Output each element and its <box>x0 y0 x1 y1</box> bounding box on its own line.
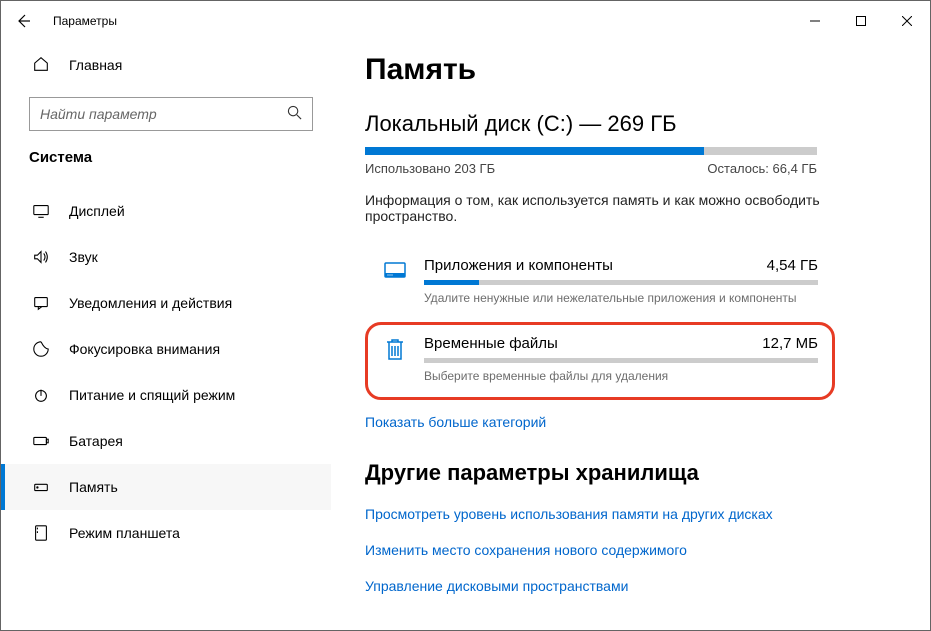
link-other-drives[interactable]: Просмотреть уровень использования памяти… <box>365 506 773 522</box>
display-icon <box>31 202 51 220</box>
maximize-button[interactable] <box>838 5 884 37</box>
category-size: 12,7 МБ <box>762 335 818 352</box>
minimize-button[interactable] <box>792 5 838 37</box>
sidebar-item-label: Звук <box>51 249 98 265</box>
disk-labels: Использовано 203 ГБ Осталось: 66,4 ГБ <box>365 161 817 176</box>
battery-icon <box>31 432 51 450</box>
title-bar: Параметры <box>1 1 930 41</box>
other-storage-title: Другие параметры хранилища <box>365 460 890 486</box>
tablet-icon <box>31 524 51 542</box>
settings-window: Параметры Главная <box>0 0 931 631</box>
disk-title: Локальный диск (C:) — 269 ГБ <box>365 111 890 137</box>
category-hint: Выберите временные файлы для удаления <box>424 369 818 383</box>
page-title: Память <box>365 53 890 87</box>
sidebar-item-battery[interactable]: Батарея <box>1 418 331 464</box>
window-controls <box>792 5 930 37</box>
category-name: Временные файлы <box>424 335 558 352</box>
sidebar-item-label: Уведомления и действия <box>51 295 232 311</box>
category-bar <box>424 358 818 363</box>
search-box[interactable] <box>29 97 313 131</box>
disk-usage-fill <box>365 147 704 155</box>
sidebar: Главная Система Дисплей <box>1 41 331 630</box>
disk-usage-bar <box>365 147 817 155</box>
storage-icon <box>31 478 51 496</box>
nav-list: Дисплей Звук Уведомления и действия <box>1 178 331 556</box>
trash-icon <box>382 335 408 375</box>
storage-description: Информация о том, как используется памят… <box>365 192 825 224</box>
sidebar-item-tablet[interactable]: Режим планшета <box>1 510 331 556</box>
disk-used-label: Использовано 203 ГБ <box>365 161 495 176</box>
sidebar-item-sound[interactable]: Звук <box>1 234 331 280</box>
sidebar-item-label: Дисплей <box>51 203 125 219</box>
sidebar-item-label: Память <box>51 479 118 495</box>
sidebar-item-label: Батарея <box>51 433 123 449</box>
search-icon <box>287 105 302 123</box>
sidebar-item-focus[interactable]: Фокусировка внимания <box>1 326 331 372</box>
sound-icon <box>31 248 51 266</box>
category-header: Система <box>1 149 331 178</box>
close-button[interactable] <box>884 5 930 37</box>
sidebar-item-display[interactable]: Дисплей <box>1 188 331 234</box>
sidebar-item-power[interactable]: Питание и спящий режим <box>1 372 331 418</box>
category-hint: Удалите ненужные или нежелательные прило… <box>424 291 818 305</box>
category-size: 4,54 ГБ <box>767 257 818 274</box>
show-more-link[interactable]: Показать больше категорий <box>365 414 546 430</box>
sidebar-item-label: Питание и спящий режим <box>51 387 235 403</box>
sidebar-item-label: Режим планшета <box>51 525 180 541</box>
category-bar <box>424 280 818 285</box>
search-input[interactable] <box>40 106 287 122</box>
home-icon <box>31 55 51 76</box>
apps-icon <box>382 257 408 297</box>
sidebar-item-notifications[interactable]: Уведомления и действия <box>1 280 331 326</box>
power-icon <box>31 386 51 404</box>
home-link[interactable]: Главная <box>1 45 331 85</box>
link-save-locations[interactable]: Изменить место сохранения нового содержи… <box>365 542 687 558</box>
category-apps[interactable]: Приложения и компоненты 4,54 ГБ Удалите … <box>365 244 835 322</box>
back-button[interactable] <box>1 1 45 41</box>
window-title: Параметры <box>45 14 792 28</box>
notifications-icon <box>31 294 51 312</box>
disk-free-label: Осталось: 66,4 ГБ <box>707 161 817 176</box>
category-temp-files[interactable]: Временные файлы 12,7 МБ Выберите временн… <box>365 322 835 400</box>
focus-icon <box>31 340 51 358</box>
home-label: Главная <box>51 57 122 73</box>
sidebar-item-storage[interactable]: Память <box>1 464 331 510</box>
category-name: Приложения и компоненты <box>424 257 613 274</box>
main-content: Память Локальный диск (C:) — 269 ГБ Испо… <box>331 41 930 630</box>
link-storage-spaces[interactable]: Управление дисковыми пространствами <box>365 578 628 594</box>
sidebar-item-label: Фокусировка внимания <box>51 341 220 357</box>
